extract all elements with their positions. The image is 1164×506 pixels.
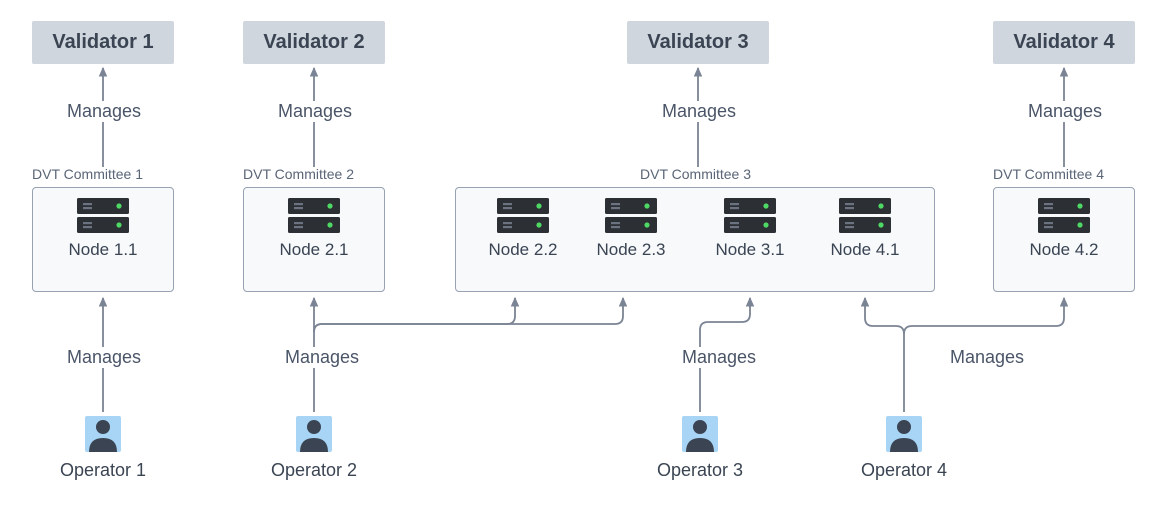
committee-3-label: DVT Committee 3: [640, 166, 751, 182]
edge-label-top-2: Manages: [276, 101, 354, 122]
validator-2-label: Validator 2: [263, 31, 364, 53]
committee-2-label: DVT Committee 2: [243, 166, 354, 182]
server-icon: [1038, 198, 1090, 234]
server-icon: [288, 198, 340, 234]
node-3-1-label: Node 3.1: [705, 240, 795, 260]
validator-3-label: Validator 3: [647, 31, 748, 53]
node-2-3: Node 2.3: [586, 198, 676, 260]
node-2-3-label: Node 2.3: [586, 240, 676, 260]
server-icon: [605, 198, 657, 234]
operator-1-label: Operator 1: [53, 460, 153, 481]
edge-label-bot-4: Manages: [948, 347, 1026, 368]
node-2-2: Node 2.2: [478, 198, 568, 260]
node-3-1: Node 3.1: [705, 198, 795, 260]
edge-label-bot-1: Manages: [65, 347, 143, 368]
server-icon: [497, 198, 549, 234]
node-2-2-label: Node 2.2: [478, 240, 568, 260]
edge-label-top-1: Manages: [65, 101, 143, 122]
node-1-1-label: Node 1.1: [63, 240, 143, 260]
validator-4-label: Validator 4: [1013, 31, 1114, 53]
operator-3-label: Operator 3: [650, 460, 750, 481]
edge-label-bot-2: Manages: [283, 347, 361, 368]
committee-1-label: DVT Committee 1: [32, 166, 143, 182]
operator-2-icon: [296, 416, 332, 452]
node-2-1: Node 2.1: [274, 198, 354, 260]
operator-4-icon: [886, 416, 922, 452]
validator-1-box: Validator 1: [32, 21, 174, 64]
edge-label-bot-3: Manages: [680, 347, 758, 368]
committee-4-label: DVT Committee 4: [993, 166, 1104, 182]
node-4-1-label: Node 4.1: [820, 240, 910, 260]
validator-1-label: Validator 1: [52, 31, 153, 53]
validator-3-box: Validator 3: [627, 21, 769, 64]
node-4-1: Node 4.1: [820, 198, 910, 260]
operator-2-label: Operator 2: [264, 460, 364, 481]
node-4-2: Node 4.2: [1019, 198, 1109, 260]
edge-label-top-4: Manages: [1026, 101, 1104, 122]
server-icon: [724, 198, 776, 234]
server-icon: [839, 198, 891, 234]
edge-label-top-3: Manages: [660, 101, 738, 122]
operator-1-icon: [85, 416, 121, 452]
node-4-2-label: Node 4.2: [1019, 240, 1109, 260]
server-icon: [77, 198, 129, 234]
operator-3-icon: [682, 416, 718, 452]
node-2-1-label: Node 2.1: [274, 240, 354, 260]
validator-4-box: Validator 4: [993, 21, 1135, 64]
validator-2-box: Validator 2: [243, 21, 385, 64]
node-1-1: Node 1.1: [63, 198, 143, 260]
operator-4-label: Operator 4: [854, 460, 954, 481]
